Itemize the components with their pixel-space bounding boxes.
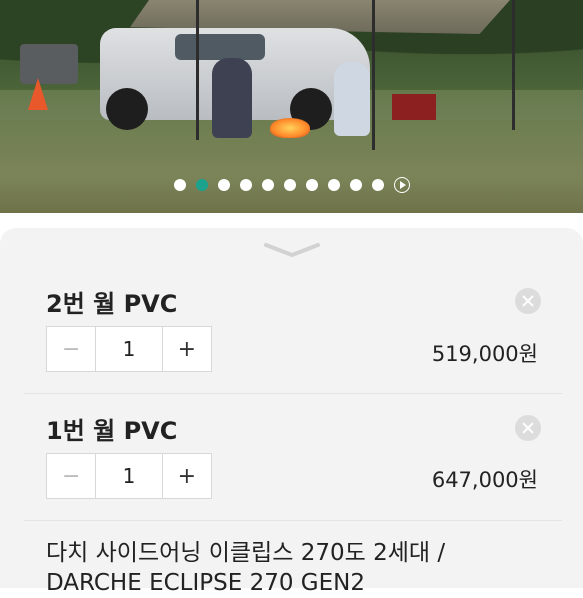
carousel-dot[interactable] xyxy=(349,179,362,191)
photo-car-window xyxy=(175,34,265,60)
quantity-value[interactable]: 1 xyxy=(95,327,163,371)
carousel-dot[interactable] xyxy=(239,179,252,191)
carousel-dot[interactable] xyxy=(283,179,296,191)
play-icon[interactable] xyxy=(393,177,410,193)
decrease-quantity-button[interactable]: − xyxy=(47,327,95,371)
photo-pole xyxy=(196,0,199,140)
photo-person xyxy=(334,62,370,136)
photo-crate xyxy=(392,94,436,120)
option-price: 647,000원 xyxy=(431,468,538,492)
carousel-dot[interactable] xyxy=(173,179,186,191)
product-name-line: DARCHE ECLIPSE 270 GEN2 xyxy=(46,570,365,596)
option-name: 1번 월 PVC xyxy=(46,417,178,445)
photo-traffic-cone xyxy=(28,78,48,110)
product-photo[interactable] xyxy=(0,0,583,213)
increase-quantity-button[interactable]: + xyxy=(163,327,211,371)
product-name-line: 다치 사이드어닝 이클립스 270도 2세대 / xyxy=(46,540,446,566)
product-name: 다치 사이드어닝 이클립스 270도 2세대 / DARCHE ECLIPSE … xyxy=(46,538,546,598)
remove-option-button[interactable] xyxy=(515,415,541,441)
option-sheet xyxy=(0,228,583,588)
divider xyxy=(24,393,562,394)
photo-campfire xyxy=(270,118,310,138)
photo-pole xyxy=(512,0,515,130)
remove-option-button[interactable] xyxy=(515,288,541,314)
carousel-dot-active[interactable] xyxy=(195,179,208,191)
quantity-value[interactable]: 1 xyxy=(95,454,163,498)
chevron-down-icon[interactable] xyxy=(264,242,320,258)
quantity-stepper: − 1 + xyxy=(46,453,212,499)
photo-pole xyxy=(372,0,375,150)
quantity-stepper: − 1 + xyxy=(46,326,212,372)
carousel-dot[interactable] xyxy=(327,179,340,191)
decrease-quantity-button[interactable]: − xyxy=(47,454,95,498)
carousel-dot[interactable] xyxy=(261,179,274,191)
photo-wheel xyxy=(106,88,148,130)
carousel-indicator xyxy=(0,176,583,194)
photo-person xyxy=(212,58,252,138)
carousel-dot[interactable] xyxy=(371,179,384,191)
divider xyxy=(24,520,562,521)
option-price: 519,000원 xyxy=(431,342,538,366)
carousel-dot[interactable] xyxy=(305,179,318,191)
option-name: 2번 월 PVC xyxy=(46,290,178,318)
increase-quantity-button[interactable]: + xyxy=(163,454,211,498)
carousel-dot[interactable] xyxy=(217,179,230,191)
